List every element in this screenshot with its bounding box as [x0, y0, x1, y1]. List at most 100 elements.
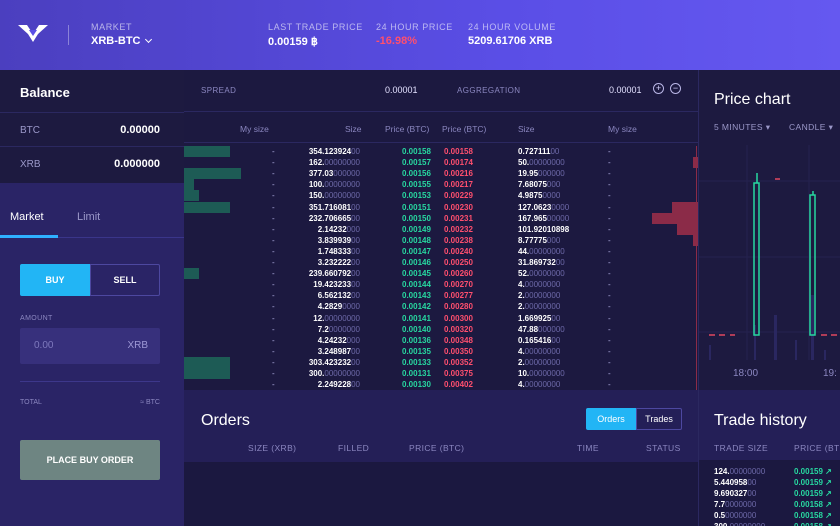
bid-size: 300.00000000 [309, 368, 360, 379]
bid-size: 3.83993900 [318, 235, 360, 246]
tab-market[interactable]: Market [10, 211, 44, 223]
buy-button[interactable]: BUY [20, 264, 90, 296]
my-ask-size: - [608, 169, 611, 179]
order-book-row[interactable]: - 6.56213200 0.00143 0.00277 2.00000000 - [184, 290, 698, 301]
bid-price: 0.00158 [402, 147, 431, 156]
trade-size: 0.50000000 [714, 510, 756, 521]
order-book-row[interactable]: - 4.24232000 0.00136 0.00348 0.16541600 - [184, 335, 698, 346]
interval-value: 5 MINUTES [714, 122, 763, 132]
chevron-down-icon [144, 35, 152, 44]
minus-icon[interactable]: − [670, 83, 681, 94]
bid-size-main: 354.123924 [308, 147, 352, 156]
amount-input[interactable]: 0.00 XRB [20, 328, 160, 364]
order-book-row[interactable]: - 19.42323300 0.00144 0.00270 4.00000000 - [184, 279, 698, 290]
order-form: Market Limit BUY SELL AMOUNT 0.00 XRB TO… [0, 183, 184, 526]
bid-size-main: 4.24232 [317, 335, 347, 345]
order-book-row[interactable]: - 239.66079200 0.00145 0.00260 52.00000000 - [184, 268, 698, 280]
ask-size-main: 0.727111 [518, 147, 551, 156]
bid-size: 303.42323200 [309, 357, 360, 368]
ask-size-pad: 00 [551, 335, 561, 345]
bid-size-pad: 00 [351, 357, 360, 367]
tab-limit[interactable]: Limit [77, 211, 100, 223]
balance-asset-xrb: XRB [20, 159, 41, 170]
order-book-row[interactable]: -377.03000000 0.00156 0.00216 19.95000000- [184, 168, 698, 180]
order-book-row[interactable]: - 2.24922800 0.00130 0.00402 4.00000000 - [184, 379, 698, 390]
trade-size-main: 9.690327 [714, 489, 748, 498]
my-bid-size: - [272, 324, 275, 334]
candlestick-chart[interactable]: 18:00 19: [699, 145, 840, 390]
bid-price: 0.00136 [402, 335, 431, 345]
ask-size-main: 44. [518, 246, 530, 256]
ask-size-main: 2. [518, 291, 525, 301]
bid-size-main: 300. [308, 369, 325, 378]
toggle-trades[interactable]: Trades [636, 408, 682, 430]
active-tab-indicator [0, 235, 58, 238]
ask-size: 4.00000000 [518, 346, 560, 357]
order-book-row[interactable]: - 3.83993900 0.00148 0.00238 8.77775000 - [184, 234, 698, 246]
ask-price: 0.00232 [444, 224, 473, 234]
bid-size-pad: 00 [351, 269, 360, 279]
bid-size-main: 150. [308, 191, 325, 201]
col-price-bid: Price (BTC) [385, 124, 430, 134]
bid-depth-bar [184, 201, 231, 213]
ask-size: 50.00000000 [518, 157, 565, 168]
sell-button[interactable]: SELL [90, 264, 160, 296]
trade-size: 124.00000000 [714, 466, 765, 477]
bid-size-main: 162. [308, 158, 325, 168]
place-buy-order-button[interactable]: PLACE BUY ORDER [20, 440, 160, 480]
order-book-row[interactable]: - 303.42323200 0.00133 0.00352 2.00000000 - [184, 356, 698, 368]
market-selector[interactable]: XRB-BTC [91, 35, 152, 47]
ask-size-pad: 00000000 [529, 269, 565, 279]
bid-size-main: 6.562132 [317, 291, 352, 301]
order-book-row[interactable]: - 351.71608100 0.00151 0.00230 127.06230000 - [184, 201, 698, 213]
order-book-row[interactable]: - 12.00000000 0.00141 0.00300 1.66992500 - [184, 313, 698, 324]
bid-size-pad: 00 [351, 202, 360, 212]
order-book-row[interactable]: - 2.14232000 0.00149 0.00232 101.92010898 - [184, 223, 698, 235]
logo-icon[interactable] [16, 22, 50, 44]
my-ask-size: - [608, 202, 611, 212]
order-book-row[interactable]: -300.00000000 0.00131 0.00375 10.00000000- [184, 368, 698, 379]
chart-style-dropdown[interactable]: CANDLE ▾ [789, 122, 833, 133]
order-book-row[interactable]: - 232.70666500 0.00150 0.00231 167.96500000 - [184, 212, 698, 224]
my-bid-size: - [272, 158, 275, 168]
order-book-row[interactable]: - 100.00000000 0.00155 0.00217 7.68075000 - [184, 179, 698, 191]
order-book-row[interactable]: - 7.20000000 0.00140 0.00320 47.88000000 - [184, 324, 698, 335]
ask-size-main: 4. [518, 346, 525, 356]
spread-value: 0.00001 [385, 85, 418, 95]
ask-depth-bar [651, 212, 698, 224]
price-chart-title: Price chart [714, 91, 791, 108]
order-book-row[interactable]: -3.23222200 0.00146 0.00250 31.86973200- [184, 257, 698, 268]
bid-size-pad: 00 [351, 147, 360, 156]
my-ask-size: - [608, 258, 611, 267]
order-book-row[interactable]: - 150.00000000 0.00153 0.00229 4.98750000 - [184, 190, 698, 202]
ask-price: 0.00217 [444, 180, 473, 190]
toggle-orders[interactable]: Orders [586, 408, 636, 430]
my-bid-size: - [272, 224, 275, 234]
order-book-row[interactable]: -354.12392400 0.00158 0.00158 0.72711100- [184, 146, 698, 157]
ask-size-pad: 00000000 [524, 380, 561, 390]
interval-dropdown[interactable]: 5 MINUTES ▾ [714, 122, 770, 133]
ask-size: 31.86973200 [518, 257, 565, 268]
ask-price: 0.00250 [444, 258, 473, 267]
order-book-row[interactable]: - 1.74833300 0.00147 0.00240 44.00000000 - [184, 246, 698, 257]
ask-size-pad: 000 [546, 235, 561, 245]
bid-size-pad: 00000000 [324, 180, 360, 190]
trade-size-pad: 0000000 [725, 500, 757, 509]
order-book-row[interactable]: -162.00000000 0.00157 0.00174 50.00000000- [184, 157, 698, 169]
time-axis-label: 18:00 [733, 368, 758, 379]
ask-size: 0.16541600 [518, 335, 560, 346]
order-book-row[interactable]: - 4.28290000 0.00142 0.00280 2.00000000 - [184, 301, 698, 312]
ask-size: 4.00000000 [518, 279, 560, 290]
my-ask-size: - [608, 213, 611, 223]
plus-icon[interactable]: + [653, 83, 664, 94]
time-axis-label: 19: [823, 368, 837, 379]
col-trade-size: TRADE SIZE [714, 443, 769, 453]
ask-price: 0.00240 [444, 246, 473, 256]
bid-size: 2.14232000 [318, 224, 360, 235]
ask-price: 0.00352 [444, 357, 473, 367]
price-change-value: -16.98% [376, 35, 417, 47]
my-bid-size: - [272, 380, 275, 390]
bid-price: 0.00144 [402, 280, 431, 290]
order-book-row[interactable]: - 3.24898700 0.00135 0.00350 4.00000000 - [184, 346, 698, 357]
ask-size: 2.00000000 [518, 301, 560, 312]
